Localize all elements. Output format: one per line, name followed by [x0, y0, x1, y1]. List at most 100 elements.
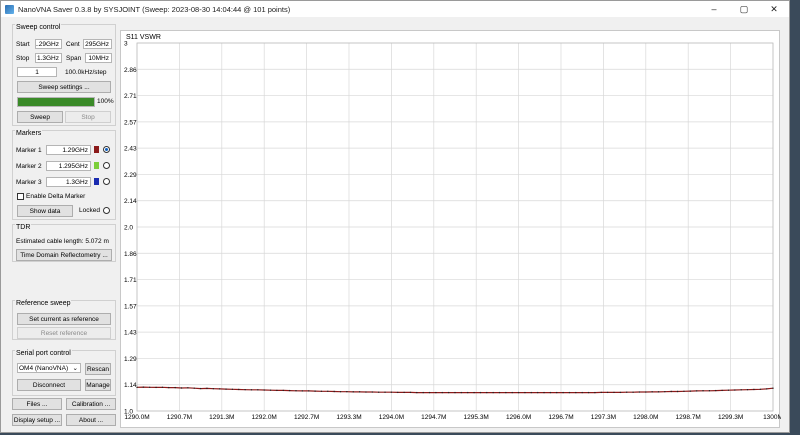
vswr-data-point: [263, 389, 265, 391]
segments-input[interactable]: 1: [17, 67, 57, 77]
vswr-data-point: [422, 391, 424, 394]
rescan-button[interactable]: Rescan: [85, 363, 111, 375]
marker-3-radio[interactable]: [103, 178, 110, 185]
vswr-data-point: [727, 389, 730, 391]
vswr-data-point: [161, 386, 164, 388]
title-bar[interactable]: NanoVNA Saver 0.3.8 by SYSJOINT (Sweep: …: [1, 1, 789, 17]
reference-sweep-title: Reference sweep: [15, 300, 72, 307]
vswr-data-point: [511, 391, 513, 394]
vswr-data-point: [498, 391, 501, 394]
calibration-button[interactable]: Calibration ...: [66, 398, 116, 410]
vswr-data-point: [556, 391, 558, 394]
marker-2-input[interactable]: 1.295GHz: [46, 161, 91, 171]
vswr-data-point: [269, 389, 272, 391]
x-tick-label: 1293.3M: [336, 414, 361, 421]
y-tick-label: 2.71: [124, 93, 137, 100]
reset-reference-button[interactable]: Reset reference: [17, 327, 111, 339]
y-tick-label: 1.29: [124, 356, 137, 363]
locked-radio[interactable]: [103, 207, 110, 214]
display-setup-button[interactable]: Display setup ...: [12, 414, 62, 426]
vswr-data-point: [549, 391, 552, 394]
x-tick-label: 1298.0M: [633, 414, 658, 421]
manage-button[interactable]: Manage: [85, 379, 111, 391]
vswr-data-point: [689, 390, 692, 392]
center-input[interactable]: 295GHz: [83, 39, 112, 49]
vswr-data-point: [301, 390, 304, 392]
marker-3-color-swatch[interactable]: [94, 178, 99, 185]
y-tick-label: 2.86: [124, 67, 137, 74]
vswr-data-point: [734, 389, 736, 391]
vswr-data-point: [333, 390, 335, 393]
close-button[interactable]: ✕: [759, 1, 789, 17]
vswr-data-point: [397, 391, 399, 394]
set-reference-button[interactable]: Set current as reference: [17, 313, 111, 325]
y-tick-label: 1.0: [124, 409, 133, 416]
minimize-button[interactable]: –: [699, 1, 729, 17]
vswr-data-point: [543, 391, 545, 394]
x-tick-label: 1290.7M: [167, 414, 192, 421]
marker-1-input[interactable]: 1.29GHz: [46, 145, 91, 155]
vswr-data-point: [231, 388, 234, 390]
tdr-button[interactable]: Time Domain Reflectometry ...: [16, 249, 112, 261]
stop-input[interactable]: 1.3GHz: [35, 53, 62, 63]
vswr-data-point: [250, 389, 253, 391]
span-input[interactable]: 10MHz: [85, 53, 112, 63]
vswr-data-point: [524, 391, 526, 394]
vswr-data-point: [505, 391, 507, 394]
sweep-settings-button[interactable]: Sweep settings ...: [17, 81, 111, 93]
files-button[interactable]: Files ...: [12, 398, 62, 410]
vswr-data-point: [708, 390, 711, 392]
vswr-data-point: [753, 388, 755, 391]
vswr-data-point: [180, 387, 183, 389]
vswr-data-point: [645, 391, 647, 393]
span-label: Span: [66, 55, 82, 62]
sweep-control-title: Sweep control: [15, 24, 62, 31]
vswr-data-point: [536, 391, 539, 394]
vswr-chart[interactable]: S11 VSWR 1290.0M 1290.7M 1291.3M 1292.0M 129…: [120, 30, 781, 428]
sweep-progress-fill: [18, 98, 94, 106]
about-button[interactable]: About ...: [66, 414, 116, 426]
marker-1-radio[interactable]: [103, 146, 110, 153]
vswr-data-point: [352, 391, 354, 393]
vswr-data-point: [314, 390, 316, 392]
vswr-data-point: [447, 391, 450, 394]
marker-1-color-swatch[interactable]: [94, 146, 99, 153]
show-data-button[interactable]: Show data: [17, 205, 73, 217]
vswr-data-point: [715, 389, 717, 392]
x-tick-label: 1292.0M: [252, 414, 277, 421]
vswr-data-point: [346, 390, 348, 393]
vswr-data-point: [339, 390, 342, 393]
y-tick-label: 3: [124, 41, 128, 48]
stop-button[interactable]: Stop: [65, 111, 111, 123]
reference-sweep-group: Reference sweep Set current as reference…: [12, 300, 116, 340]
y-tick-label: 1.57: [124, 303, 137, 310]
vswr-data-point: [212, 388, 215, 390]
vswr-data-point: [632, 391, 634, 393]
port-select[interactable]: OM4 (NanoVNA) ⌄: [17, 363, 81, 373]
maximize-button[interactable]: ▢: [729, 1, 759, 17]
vswr-data-point: [155, 386, 157, 389]
vswr-data-point: [365, 391, 367, 393]
disconnect-button[interactable]: Disconnect: [17, 379, 81, 391]
x-tick-label: 1296.0M: [506, 414, 531, 421]
marker-3-input[interactable]: 1.3GHz: [46, 177, 91, 187]
vswr-data-point: [149, 386, 151, 388]
delta-marker-checkbox[interactable]: [17, 193, 24, 200]
vswr-data-point: [683, 390, 685, 393]
vswr-data-point: [492, 391, 494, 394]
vswr-data-point: [390, 391, 393, 393]
vswr-data-point: [664, 390, 666, 393]
y-tick-label: 1.43: [124, 330, 137, 337]
vswr-data-point: [486, 391, 488, 394]
marker-2-color-swatch[interactable]: [94, 162, 99, 169]
delta-marker-label: Enable Delta Marker: [26, 193, 86, 200]
markers-group: Markers Marker 1 1.29GHz Marker 2 1.295G…: [12, 130, 116, 220]
sweep-button[interactable]: Sweep: [17, 111, 63, 123]
vswr-data-point: [454, 391, 456, 394]
marker-2-radio[interactable]: [103, 162, 110, 169]
y-tick-label: 2.29: [124, 172, 137, 179]
serial-port-group: Serial port control OM4 (NanoVNA) ⌄ Resc…: [12, 350, 116, 396]
start-input[interactable]: 1.29GHz: [35, 39, 62, 49]
vswr-data-point: [765, 388, 768, 390]
vswr-data-point: [594, 391, 596, 394]
